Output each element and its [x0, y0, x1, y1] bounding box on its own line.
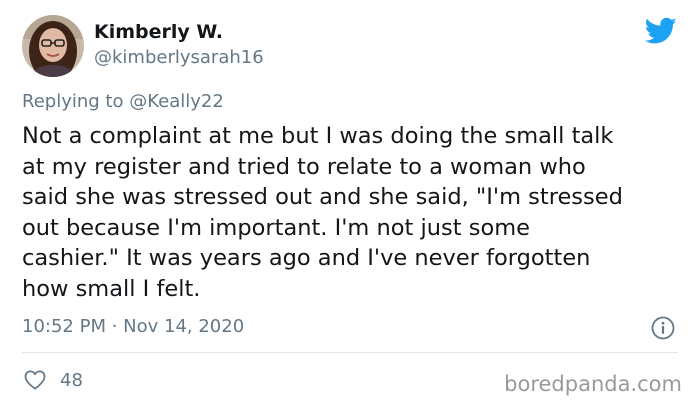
reply-mention-link[interactable]: @Keally22: [129, 91, 224, 112]
like-count: 48: [60, 369, 83, 391]
divider: [22, 352, 678, 353]
like-button[interactable]: 48: [24, 369, 83, 391]
reply-prefix: Replying to: [22, 91, 124, 112]
heart-icon: [24, 370, 46, 390]
tweet-card: Kimberly W. @kimberlysarah16 Replying to…: [0, 0, 700, 406]
twitter-bird-icon[interactable]: [644, 17, 677, 45]
tweet-timestamp[interactable]: 10:52 PM · Nov 14, 2020: [22, 316, 244, 337]
avatar-photo-icon: [22, 15, 84, 77]
avatar[interactable]: [22, 15, 84, 77]
info-icon[interactable]: [651, 316, 675, 340]
watermark: boredpanda.com: [504, 372, 682, 396]
user-handle[interactable]: @kimberlysarah16: [94, 47, 264, 68]
tweet-body: Not a complaint at me but I was doing th…: [22, 123, 623, 302]
reply-context: Replying to @Keally22: [22, 91, 224, 112]
display-name[interactable]: Kimberly W.: [94, 21, 223, 43]
